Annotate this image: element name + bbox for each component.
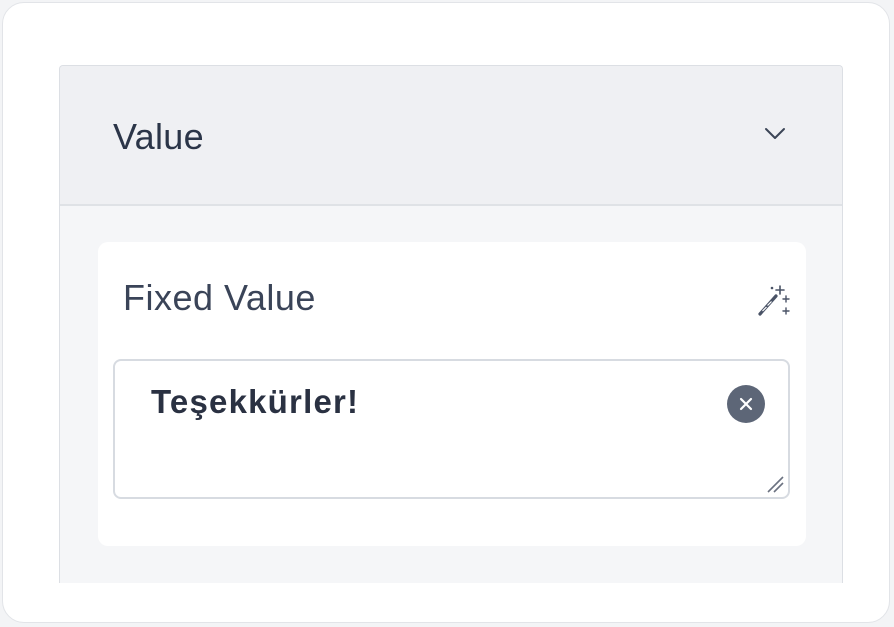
fixed-value-textarea[interactable]: Teşekkürler!: [113, 359, 790, 499]
fixed-value-card: Fixed Value Teşekkürler!: [98, 242, 806, 546]
value-section-header[interactable]: Value: [60, 66, 842, 206]
fixed-value-text: Teşekkürler!: [151, 383, 360, 420]
fixed-value-label: Fixed Value: [123, 277, 316, 318]
magic-wand-icon[interactable]: [756, 282, 792, 318]
value-section-body: Fixed Value Teşekkürler!: [60, 206, 842, 583]
clear-button[interactable]: [727, 385, 765, 423]
clear-icon: [739, 397, 753, 411]
resize-handle-icon[interactable]: [764, 473, 784, 493]
section-title: Value: [113, 116, 204, 157]
chevron-down-icon[interactable]: [764, 126, 786, 142]
value-panel: Value Fixed Value Teşekkürler!: [59, 65, 843, 583]
outer-card: Value Fixed Value Teşekkürler!: [2, 2, 890, 623]
